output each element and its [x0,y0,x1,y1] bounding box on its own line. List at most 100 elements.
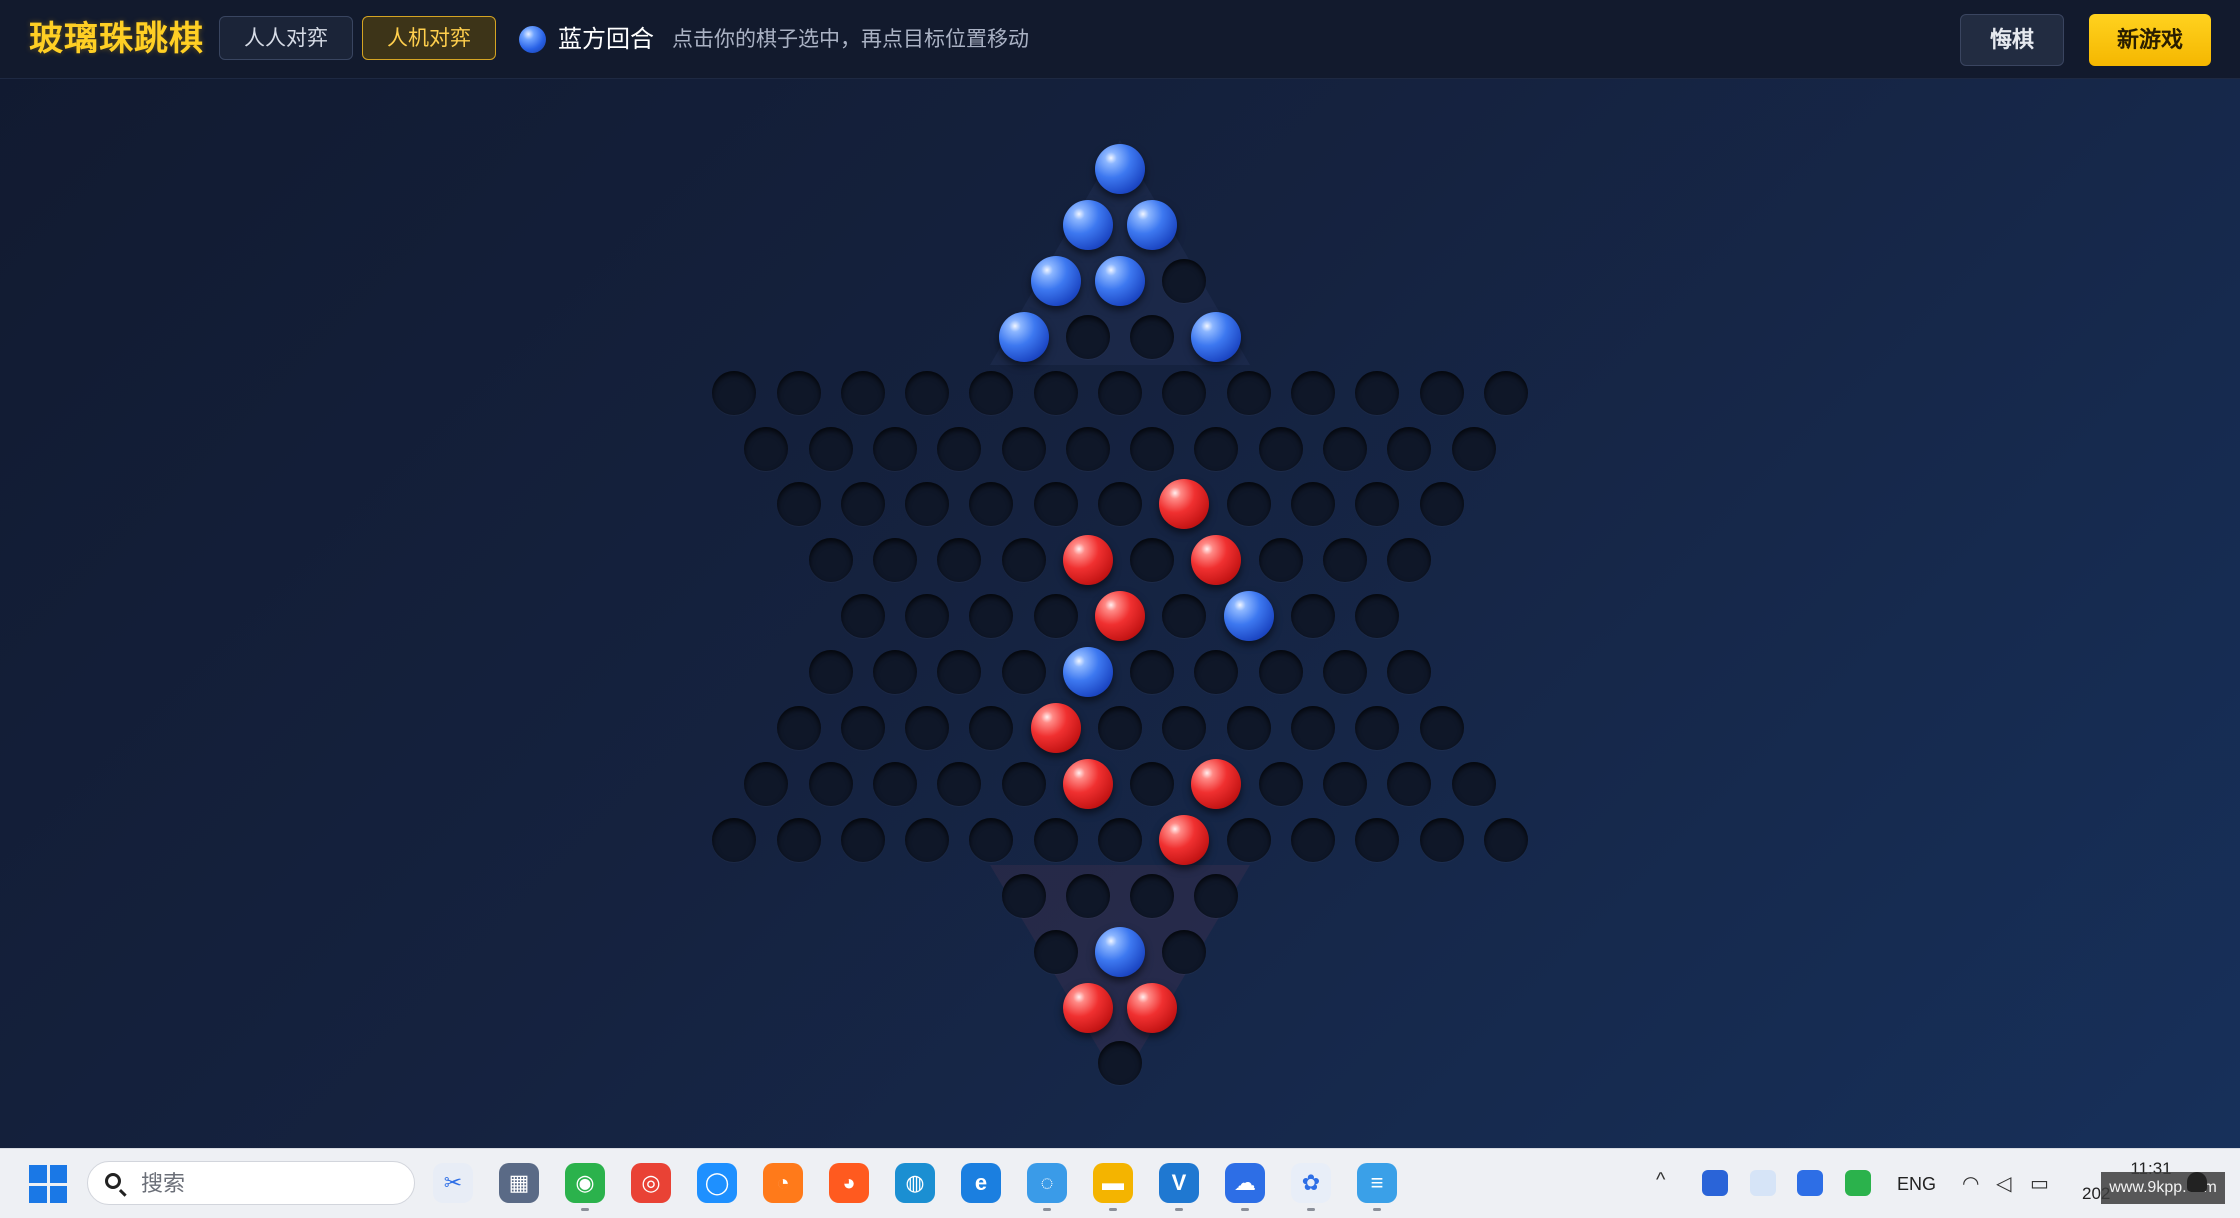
board-hole[interactable] [1323,538,1368,583]
security-shield-icon[interactable] [1702,1170,1728,1196]
board-hole[interactable] [1130,650,1175,695]
red-marble[interactable] [1062,982,1113,1033]
board-hole[interactable] [1387,650,1432,695]
board-hole[interactable] [1419,706,1464,750]
notification-bell-icon[interactable] [2187,1172,2207,1192]
board-hole[interactable] [1162,258,1207,303]
board-hole[interactable] [905,370,950,415]
blue-marble[interactable] [1223,591,1274,642]
red-marble[interactable] [1030,703,1081,753]
board-hole[interactable] [1226,370,1271,415]
board-hole[interactable] [1001,650,1046,695]
calculator-icon[interactable]: ▦ [499,1163,539,1203]
board-hole[interactable] [712,370,757,415]
windows-start-icon[interactable] [29,1165,67,1203]
board-hole[interactable] [1355,594,1400,639]
chevron-up-icon[interactable]: ^ [1656,1169,1665,1192]
board-hole[interactable] [872,426,917,471]
red-marble[interactable] [1062,758,1113,809]
volume-icon[interactable]: ◁ [1996,1171,2011,1197]
board-hole[interactable] [969,482,1014,527]
board-hole[interactable] [1098,706,1142,750]
blue-marble[interactable] [1095,144,1145,194]
board-hole[interactable] [1483,370,1528,415]
board-hole[interactable] [1226,817,1271,862]
wechat-icon[interactable]: ◉ [565,1163,605,1211]
board-hole[interactable] [1419,817,1464,862]
board-hole[interactable] [808,538,853,583]
snipping-tool-icon[interactable]: ✂ [433,1163,473,1203]
board-hole[interactable] [1162,594,1207,639]
search-app-icon[interactable]: ◌ [1027,1163,1067,1211]
file-explorer-icon[interactable]: ▬ [1093,1163,1133,1211]
cloud-tray-icon[interactable] [1797,1170,1823,1196]
blue-marble[interactable] [1127,199,1178,250]
photos-tray-icon[interactable] [1750,1170,1776,1196]
board-hole[interactable] [1162,370,1207,415]
board-hole[interactable] [1387,426,1432,471]
board-hole[interactable] [1130,538,1175,583]
board-hole[interactable] [1162,706,1207,750]
red-marble[interactable] [1062,535,1113,586]
board-hole[interactable] [1290,370,1335,415]
board-hole[interactable] [1033,482,1078,527]
board-hole[interactable] [1323,650,1368,695]
board-hole[interactable] [905,817,950,862]
board-hole[interactable] [1065,426,1110,471]
board-hole[interactable] [808,426,853,471]
board-hole[interactable] [905,706,950,750]
board-hole[interactable] [1419,370,1464,415]
board-hole[interactable] [1290,482,1335,527]
board-hole[interactable] [969,370,1014,415]
board-hole[interactable] [905,482,950,527]
board-hole[interactable] [840,594,885,639]
red-marble[interactable] [1127,982,1178,1033]
browser-blue-icon[interactable]: ◯ [697,1163,737,1203]
red-marble[interactable] [1095,591,1145,642]
board-hole[interactable] [937,761,982,806]
red-marble[interactable] [1159,814,1210,865]
board-hole[interactable] [1258,538,1303,583]
board-hole[interactable] [969,706,1014,750]
board-hole[interactable] [776,706,821,750]
wechat-tray-icon[interactable] [1845,1170,1871,1196]
board-hole[interactable] [1130,761,1175,806]
board-hole[interactable] [937,650,982,695]
board-hole[interactable] [776,370,821,415]
blue-marble[interactable] [1062,199,1113,250]
red-marble[interactable] [1159,479,1210,530]
board-hole[interactable] [1290,706,1335,750]
board-hole[interactable] [969,817,1014,862]
board-hole[interactable] [840,482,885,527]
board-hole[interactable] [1098,370,1142,415]
board-hole[interactable] [1387,538,1432,583]
board-hole[interactable] [1130,426,1175,471]
battery-icon[interactable]: ▭ [2030,1171,2049,1197]
board-hole[interactable] [1194,426,1239,471]
board-hole[interactable] [744,761,789,806]
board-hole[interactable] [1290,817,1335,862]
board-hole[interactable] [1001,761,1046,806]
board-hole[interactable] [1355,482,1400,527]
board-hole[interactable] [840,706,885,750]
board-hole[interactable] [1130,873,1175,918]
blue-marble[interactable] [1030,255,1081,306]
board-hole[interactable] [1226,482,1271,527]
edge-icon[interactable]: ◍ [895,1163,935,1203]
blue-marble[interactable] [1062,647,1113,698]
app-orange-icon[interactable]: ◔ [763,1163,803,1203]
blue-marble[interactable] [998,311,1049,362]
taskbar-search-input[interactable]: 搜索 [87,1161,415,1205]
board-hole[interactable] [1130,314,1175,359]
board-hole[interactable] [1098,482,1142,527]
board-hole[interactable] [1451,761,1496,806]
board-hole[interactable] [1355,706,1400,750]
board-hole[interactable] [872,761,917,806]
board-hole[interactable] [937,426,982,471]
board-hole[interactable] [1033,370,1078,415]
cloud-app-icon[interactable]: ☁ [1225,1163,1265,1211]
board-hole[interactable] [1451,426,1496,471]
board-hole[interactable] [1001,538,1046,583]
board-hole[interactable] [1065,873,1110,918]
board-hole[interactable] [1258,650,1303,695]
